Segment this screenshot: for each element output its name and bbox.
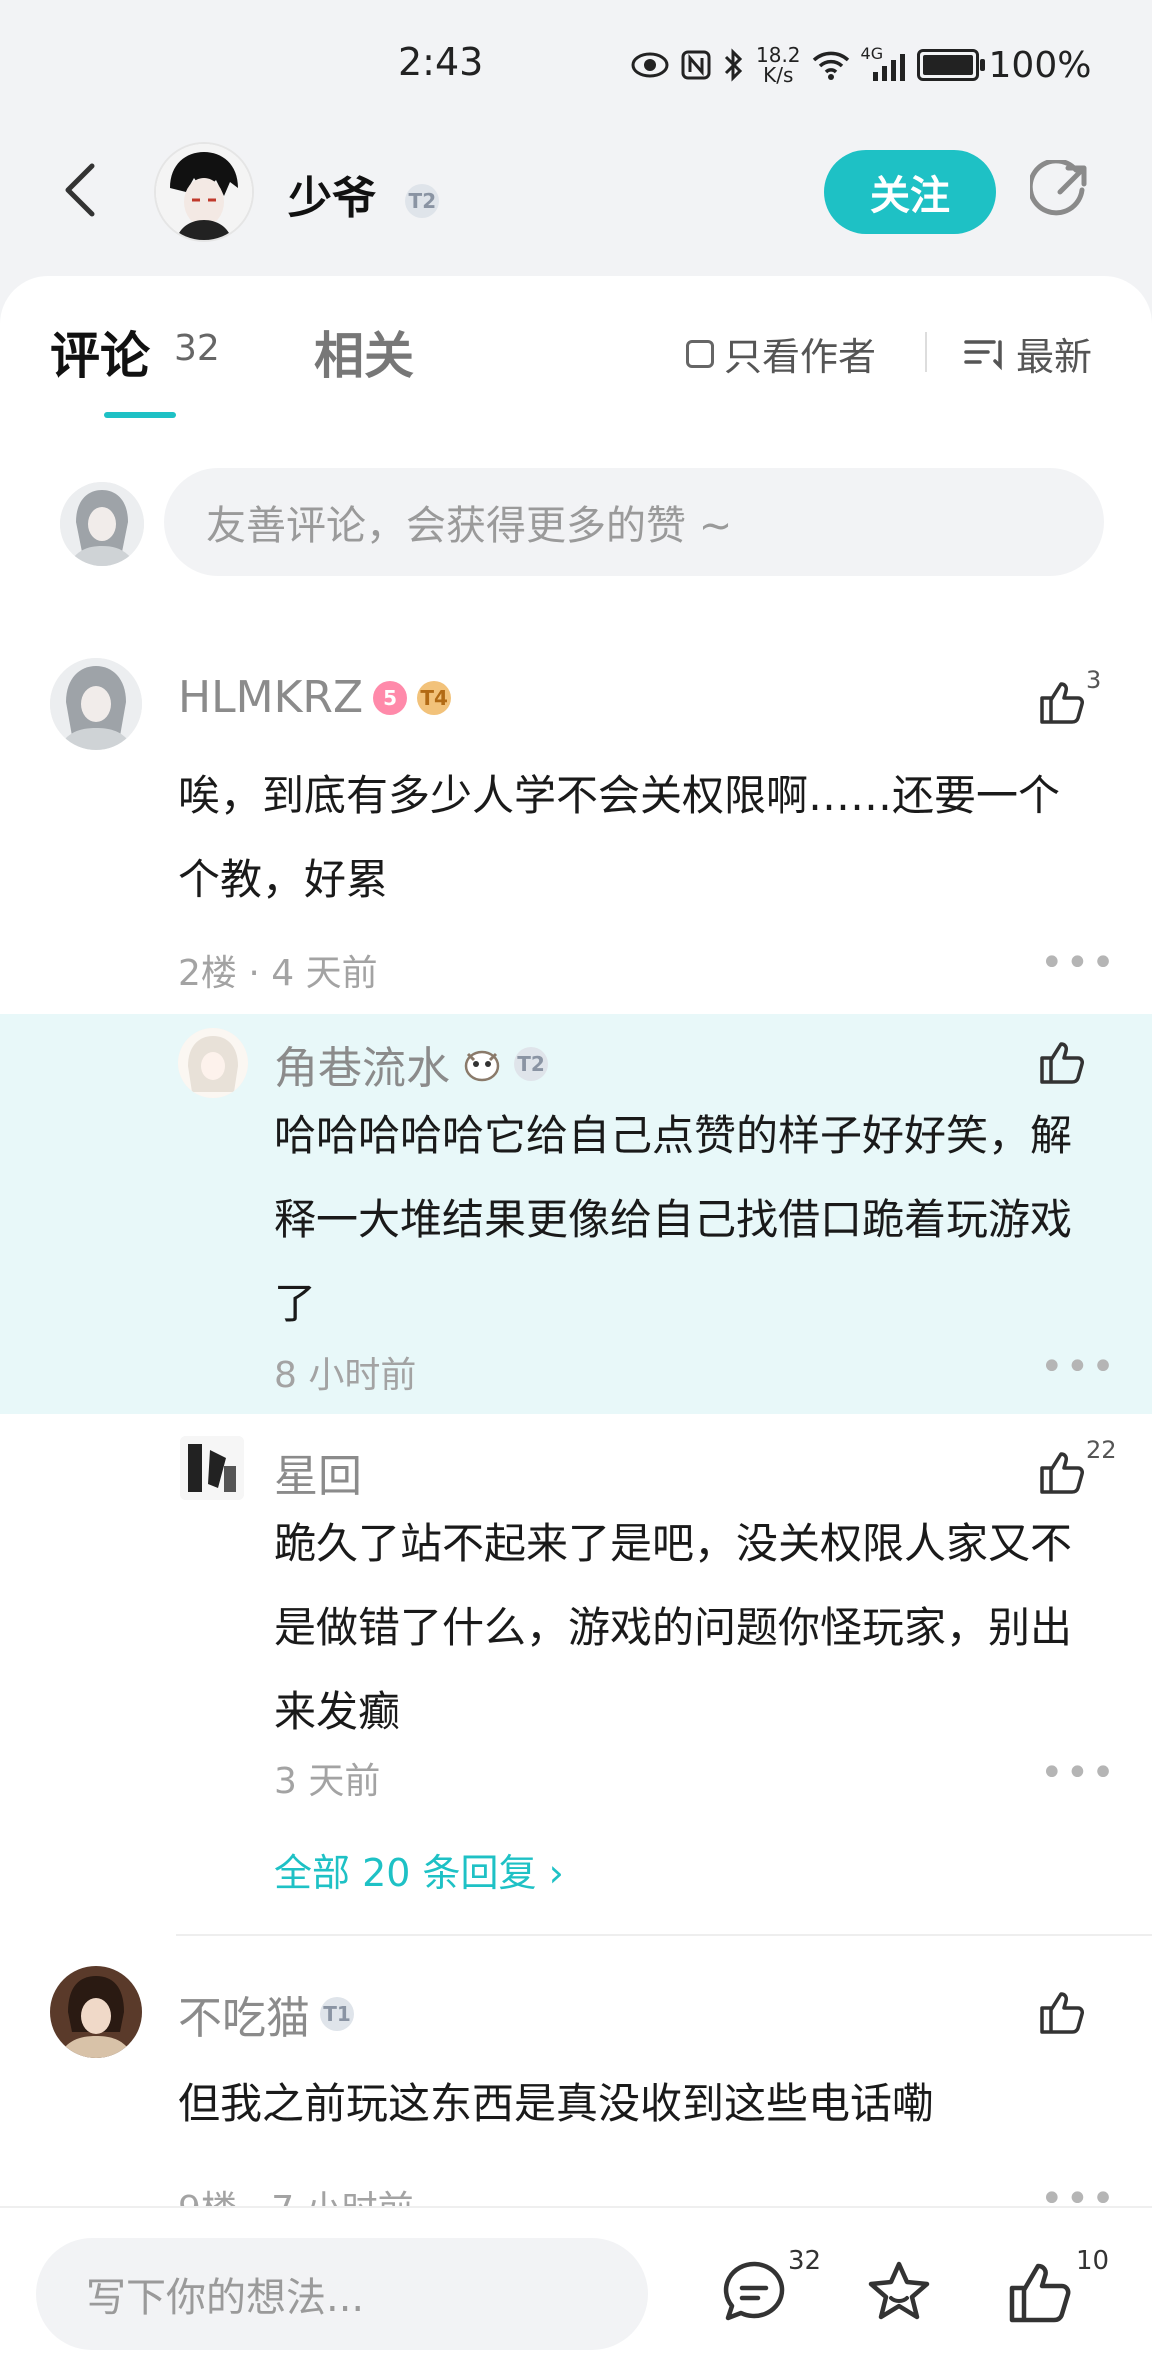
pet-badge-icon (464, 1050, 500, 1082)
author-name[interactable]: 少爷 T2 (288, 162, 440, 226)
comment-text: 但我之前玩这东西是真没收到这些电话嘞 (178, 2079, 935, 2128)
sort-icon (964, 339, 1002, 370)
reply-meta: 3 天前 (274, 1761, 381, 1802)
cell-signal-icon: 4G (861, 44, 907, 82)
comment-meta: 2楼 · 4 天前 (178, 953, 378, 994)
comment-text: 唉，到底有多少人学不会关权限啊……还要一个个教，好累 (178, 771, 1061, 904)
battery-icon (916, 49, 985, 81)
follow-button[interactable]: 关注 (824, 150, 996, 234)
sort-toggle[interactable]: 最新 (962, 326, 1092, 381)
tab-comments[interactable]: 评论 (50, 316, 150, 388)
battery-percent: 100% (988, 44, 1092, 86)
reply-text: 跪久了站不起来了是吧，没关权限人家又不是做错了什么，游戏的问题你怪玩家，别出来发… (274, 1519, 1073, 1736)
back-arrow-icon[interactable] (56, 160, 108, 220)
view-all-replies-link[interactable]: 全部 20 条回复 › (274, 1842, 564, 1897)
my-avatar (60, 482, 144, 566)
reply-username[interactable]: 角巷流水 T2 (274, 1032, 548, 1096)
avatar[interactable] (178, 1028, 248, 1098)
like-icon[interactable] (1036, 676, 1088, 728)
reply-text: 哈哈哈哈哈它给自己点赞的样子好好笑，解释一大堆结果更像给自己找借口跪着玩游戏了 (274, 1111, 1073, 1328)
status-icons: 18.2 K/s 4G 100% (630, 42, 1091, 88)
comment-input[interactable]: 友善评论，会获得更多的赞 ~ (164, 468, 1104, 576)
level-badge: T2 (405, 184, 440, 218)
avatar[interactable] (180, 1436, 244, 1500)
like-count: 10 (1076, 2246, 1110, 2276)
more-options-icon[interactable]: ••• (1040, 940, 1117, 986)
comment-meta: 9楼 · 7 小时前 (178, 2180, 414, 2206)
level-badge: T1 (320, 1997, 354, 2031)
tab-active-indicator (104, 412, 176, 418)
nfc-icon (681, 50, 711, 80)
comment-username[interactable]: 不吃猫 T1 (178, 1982, 354, 2046)
bottom-bar: 写下你的想法... 32 10 (0, 2206, 1152, 2378)
like-count: 22 (1086, 1436, 1117, 1464)
tab-comments-count: 32 (174, 328, 220, 369)
share-icon[interactable] (1030, 160, 1092, 222)
net-speed: 18.2 K/s (756, 43, 801, 87)
reply-meta: 8 小时前 (274, 1355, 417, 1396)
author-only-toggle[interactable]: 只看作者 (686, 326, 876, 381)
status-time: 2:43 (398, 40, 484, 84)
comment-icon[interactable] (720, 2258, 790, 2328)
avatar[interactable] (50, 1966, 142, 2058)
level-badge: T2 (514, 1047, 548, 1081)
like-icon[interactable] (1036, 1036, 1088, 1088)
comment-username[interactable]: HLMKRZ 5 T4 (178, 672, 452, 723)
reply-username[interactable]: 星回 (274, 1440, 362, 1504)
status-bar: 2:43 18.2 K/s 4G 100% (0, 0, 1152, 130)
more-options-icon[interactable]: ••• (1040, 2176, 1117, 2206)
comment-count: 32 (788, 2246, 822, 2276)
write-comment-input[interactable]: 写下你的想法... (36, 2238, 648, 2350)
level-badge: T4 (417, 680, 452, 715)
comments-panel: 评论 32 相关 只看作者 最新 友善评论，会获得更多的赞 ~ HLMKRZ 5… (0, 276, 1152, 2206)
eye-icon (631, 52, 669, 78)
like-icon[interactable] (1006, 2258, 1076, 2328)
like-icon[interactable] (1036, 1446, 1088, 1498)
author-only-checkbox[interactable] (686, 339, 714, 368)
comment-divider (176, 1934, 1152, 1936)
favorite-icon[interactable] (864, 2258, 934, 2328)
more-options-icon[interactable]: ••• (1040, 1750, 1117, 1796)
fan-badge: 5 (373, 680, 408, 715)
divider (925, 332, 927, 372)
more-options-icon[interactable]: ••• (1040, 1344, 1117, 1390)
tab-related[interactable]: 相关 (314, 316, 414, 388)
wifi-icon (812, 51, 849, 80)
like-icon[interactable] (1036, 1986, 1088, 2038)
bluetooth-icon (724, 48, 743, 82)
like-count: 3 (1086, 666, 1102, 694)
author-avatar[interactable] (154, 142, 254, 242)
avatar[interactable] (50, 658, 142, 750)
